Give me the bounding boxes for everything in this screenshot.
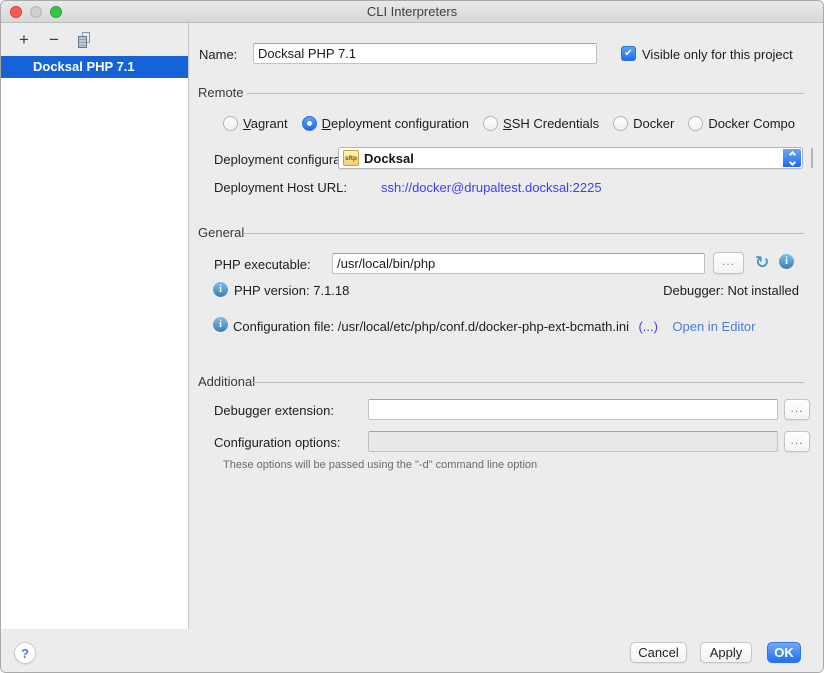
name-label: Name:: [199, 47, 237, 62]
cli-interpreters-dialog: CLI Interpreters + − Docksal PHP 7.1 Nam…: [0, 0, 824, 673]
minimize-button[interactable]: [30, 6, 42, 18]
radio-circle: [223, 116, 238, 131]
deployment-host-url-label: Deployment Host URL:: [214, 180, 347, 195]
sftp-file-icon: sftp: [343, 150, 359, 166]
radio-docker[interactable]: Docker: [613, 116, 674, 131]
interpreter-sidebar: + − Docksal PHP 7.1: [1, 23, 189, 629]
remote-type-radio-group: Vagrant Deployment configuration SSH Cre…: [223, 116, 824, 131]
config-file-text: Configuration file: /usr/local/etc/php/c…: [233, 319, 629, 334]
additional-section-title: Additional: [198, 374, 255, 389]
configuration-options-input[interactable]: [368, 431, 778, 452]
add-interpreter-button[interactable]: +: [17, 31, 31, 48]
open-in-editor-link[interactable]: Open in Editor: [672, 319, 755, 334]
help-button[interactable]: ?: [14, 642, 36, 664]
sidebar-toolbar: + −: [1, 23, 188, 56]
duplicate-interpreter-icon[interactable]: [77, 32, 92, 48]
footer: ? Cancel Apply OK: [1, 629, 823, 673]
reload-phpinfo-icon[interactable]: ↻: [755, 255, 769, 272]
main-panel: Name: ✔ Visible only for this project Re…: [189, 23, 824, 629]
remote-section-divider: [247, 93, 804, 94]
php-executable-input[interactable]: [332, 253, 705, 274]
configuration-options-label: Configuration options:: [214, 435, 340, 450]
additional-section-divider: [252, 382, 804, 383]
check-icon: ✔: [624, 49, 632, 59]
cancel-button[interactable]: Cancel: [630, 642, 687, 663]
host-url-link[interactable]: ssh://docker@drupaltest.docksal:2225: [381, 180, 602, 195]
list-item-docksal-php[interactable]: Docksal PHP 7.1: [1, 56, 188, 78]
chevron-down-icon: [788, 158, 795, 165]
radio-circle: [688, 116, 703, 131]
visible-only-label: Visible only for this project: [642, 47, 793, 62]
interpreter-list[interactable]: Docksal PHP 7.1: [1, 56, 188, 629]
general-section-divider: [244, 233, 804, 234]
radio-circle-selected: [302, 116, 317, 131]
deployment-configuration-select[interactable]: sftp Docksal: [338, 147, 803, 169]
clipped-button-edge: [811, 148, 813, 168]
close-button[interactable]: [10, 6, 22, 18]
visible-only-checkbox[interactable]: ✔: [621, 46, 636, 61]
radio-vagrant[interactable]: Vagrant: [223, 116, 288, 131]
titlebar[interactable]: CLI Interpreters: [1, 1, 823, 23]
config-file-expand-link[interactable]: (...): [638, 319, 658, 334]
php-info-icon[interactable]: i: [779, 254, 794, 269]
ok-button[interactable]: OK: [767, 642, 801, 663]
general-section-title: General: [198, 225, 244, 240]
apply-button[interactable]: Apply: [700, 642, 752, 663]
window-title: CLI Interpreters: [367, 4, 457, 19]
options-hint-text: These options will be passed using the "…: [223, 459, 537, 471]
remote-section-title: Remote: [198, 85, 244, 100]
radio-deployment-configuration[interactable]: Deployment configuration: [302, 116, 469, 131]
radio-circle: [483, 116, 498, 131]
deployment-configuration-value: Docksal: [364, 151, 414, 166]
php-executable-label: PHP executable:: [214, 257, 311, 272]
remove-interpreter-button[interactable]: −: [47, 31, 61, 48]
debugger-extension-browse-button[interactable]: ...: [784, 399, 810, 420]
combo-stepper[interactable]: [783, 149, 801, 167]
php-version-text: PHP version: 7.1.18: [234, 283, 349, 298]
debugger-extension-input[interactable]: [368, 399, 778, 420]
radio-ssh-credentials[interactable]: SSH Credentials: [483, 116, 599, 131]
radio-docker-compose[interactable]: Docker Compo: [688, 116, 795, 131]
config-file-row: Configuration file: /usr/local/etc/php/c…: [233, 318, 756, 336]
zoom-button[interactable]: [50, 6, 62, 18]
debugger-status-text: Debugger: Not installed: [663, 283, 799, 298]
config-file-info-icon: i: [213, 317, 228, 332]
chevron-up-icon: [788, 150, 795, 157]
configuration-options-browse-button[interactable]: ...: [784, 431, 810, 452]
php-version-info-icon: i: [213, 282, 228, 297]
radio-circle: [613, 116, 628, 131]
php-executable-browse-button[interactable]: ...: [713, 252, 744, 274]
debugger-extension-label: Debugger extension:: [214, 403, 334, 418]
name-input[interactable]: [253, 43, 597, 64]
